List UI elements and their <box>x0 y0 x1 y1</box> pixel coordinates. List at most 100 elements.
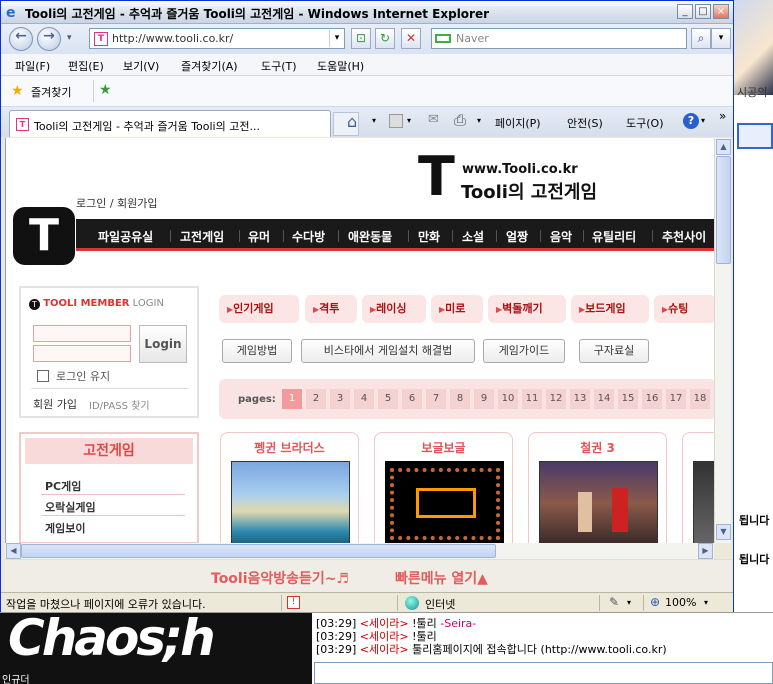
help-icon[interactable]: ? <box>683 113 699 129</box>
home-icon[interactable]: ⌂ <box>347 112 357 131</box>
chevron-more-icon[interactable]: » <box>719 109 726 123</box>
category-item[interactable]: 파일공유실 <box>98 228 153 245</box>
menu-edit[interactable]: 편집(E) <box>68 58 104 74</box>
genre-tag[interactable]: ▶슈팅 <box>654 295 715 323</box>
scroll-down-icon[interactable]: ▼ <box>716 524 731 540</box>
search-options-icon[interactable]: ▾ <box>711 28 731 49</box>
join-link[interactable]: 회원 가입 <box>33 396 77 412</box>
page-link-current[interactable]: 1 <box>282 389 302 409</box>
protected-mode-dropdown-icon[interactable]: ▾ <box>627 598 631 607</box>
game-card-partial[interactable] <box>682 432 715 543</box>
feeds-dropdown-icon[interactable]: ▾ <box>407 116 411 125</box>
tools-menu-button[interactable]: 도구(O) <box>626 115 663 131</box>
zoom-dropdown-icon[interactable]: ▾ <box>704 598 708 607</box>
game-category-item[interactable]: PC게임 <box>45 478 81 494</box>
category-item[interactable]: 음악 <box>550 228 572 245</box>
title-bar[interactable]: e Tooli의 고전게임 - 추억과 즐거움 Tooli의 고전게임 - Wi… <box>1 1 733 24</box>
password-input[interactable] <box>33 345 131 362</box>
id-input[interactable] <box>33 325 131 342</box>
site-big-logo-icon[interactable]: T <box>13 207 75 265</box>
genre-tag[interactable]: ▶미로 <box>431 295 483 323</box>
home-dropdown-icon[interactable]: ▾ <box>372 116 376 125</box>
menu-view[interactable]: 보기(V) <box>123 58 159 74</box>
game-card[interactable]: 펭귄 브라더스 <box>220 432 359 543</box>
scroll-right-icon[interactable]: ▶ <box>698 543 713 559</box>
page-link[interactable]: 14 <box>594 389 614 409</box>
guide-button[interactable]: 게임가이드 <box>483 339 565 363</box>
menu-favorites[interactable]: 즐겨찾기(A) <box>181 58 238 74</box>
genre-tag[interactable]: ▶레이싱 <box>362 295 426 323</box>
category-item[interactable]: 고전게임 <box>180 228 224 245</box>
compat-view-icon[interactable]: ⊡ <box>351 28 371 49</box>
minimize-button[interactable]: _ <box>677 4 693 19</box>
back-button[interactable]: ← <box>9 27 33 51</box>
forward-button[interactable]: → <box>37 27 61 51</box>
add-favorite-icon[interactable]: ★ <box>99 82 112 98</box>
page-link[interactable]: 2 <box>306 389 326 409</box>
menu-help[interactable]: 도움말(H) <box>317 58 364 74</box>
page-link[interactable]: 13 <box>570 389 590 409</box>
guide-button[interactable]: 게임방법 <box>222 339 292 363</box>
tab-active[interactable]: T Tooli의 고전게임 - 추억과 즐거움 Tooli의 고전... <box>9 110 331 137</box>
page-link[interactable]: 10 <box>498 389 518 409</box>
scroll-up-icon[interactable]: ▲ <box>716 139 731 155</box>
print-dropdown-icon[interactable]: ▾ <box>477 116 481 125</box>
favorites-button[interactable]: 즐겨찾기 <box>31 84 71 100</box>
protected-mode-icon[interactable]: ✎ <box>609 595 619 609</box>
page-link[interactable]: 9 <box>474 389 494 409</box>
stop-icon[interactable]: ✕ <box>401 28 421 49</box>
page-link[interactable]: 6 <box>402 389 422 409</box>
chat-input[interactable] <box>314 662 773 684</box>
page-link[interactable]: 17 <box>666 389 686 409</box>
category-item[interactable]: 유틸리티 <box>592 228 636 245</box>
category-item[interactable]: 얼짱 <box>506 228 528 245</box>
genre-tag[interactable]: ▶인기게임 <box>219 295 299 323</box>
search-button[interactable]: ⌕ <box>691 28 711 49</box>
game-card[interactable]: 철권 3 <box>528 432 667 543</box>
find-account-link[interactable]: ID/PASS 찾기 <box>89 397 150 412</box>
page-link[interactable]: 5 <box>378 389 398 409</box>
category-item[interactable]: 애완동물 <box>348 228 392 245</box>
close-button[interactable]: × <box>713 4 729 19</box>
guide-button[interactable]: 비스타에서 게임설치 해결법 <box>301 339 475 363</box>
category-item[interactable]: 유머 <box>248 228 270 245</box>
page-link[interactable]: 15 <box>618 389 638 409</box>
page-link[interactable]: 18 <box>690 389 710 409</box>
category-item[interactable]: 만화 <box>418 228 440 245</box>
help-dropdown-icon[interactable]: ▾ <box>701 116 705 125</box>
category-item[interactable]: 추천사이 <box>662 228 706 245</box>
refresh-icon[interactable]: ↻ <box>375 28 395 49</box>
address-dropdown-icon[interactable]: ▾ <box>329 30 344 47</box>
page-error-icon[interactable]: ! <box>287 596 300 609</box>
login-button[interactable]: Login <box>139 325 187 363</box>
horizontal-scroll-thumb[interactable] <box>21 544 496 558</box>
genre-tag[interactable]: ▶벽돌깨기 <box>488 295 566 323</box>
page-link[interactable]: 3 <box>330 389 350 409</box>
page-menu-button[interactable]: 페이지(P) <box>495 115 541 131</box>
game-category-item[interactable]: 오락실게임 <box>45 499 96 515</box>
page-link[interactable]: 7 <box>426 389 446 409</box>
quick-menu-link[interactable]: 빠른메뉴 열기▲ <box>395 568 488 588</box>
guide-button[interactable]: 구자료실 <box>579 339 649 363</box>
feeds-icon[interactable] <box>389 114 403 128</box>
safety-menu-button[interactable]: 안전(S) <box>567 115 603 131</box>
page-link[interactable]: 4 <box>354 389 374 409</box>
zoom-level[interactable]: 100% <box>665 596 696 609</box>
mail-icon[interactable]: ✉ <box>428 112 439 127</box>
music-stream-link[interactable]: Tooli음악방송듣기~♬ <box>211 568 349 588</box>
vertical-scrollbar[interactable]: ▲ ▼ <box>714 138 731 543</box>
page-link[interactable]: 16 <box>642 389 662 409</box>
game-card[interactable]: 보글보글 <box>374 432 513 543</box>
genre-tag[interactable]: ▶격투 <box>305 295 357 323</box>
page-link[interactable]: 8 <box>450 389 470 409</box>
maximize-button[interactable]: □ <box>695 4 711 19</box>
keep-login-checkbox[interactable] <box>37 370 49 382</box>
menu-tools[interactable]: 도구(T) <box>261 58 297 74</box>
page-link[interactable]: 12 <box>546 389 566 409</box>
horizontal-scrollbar[interactable]: ◀ ▶ <box>5 543 714 559</box>
print-icon[interactable]: ⎙ <box>454 111 466 129</box>
page-link[interactable]: 11 <box>522 389 542 409</box>
history-dropdown-icon[interactable]: ▾ <box>67 33 72 43</box>
menu-file[interactable]: 파일(F) <box>15 58 50 74</box>
search-input[interactable]: Naver <box>431 28 687 49</box>
